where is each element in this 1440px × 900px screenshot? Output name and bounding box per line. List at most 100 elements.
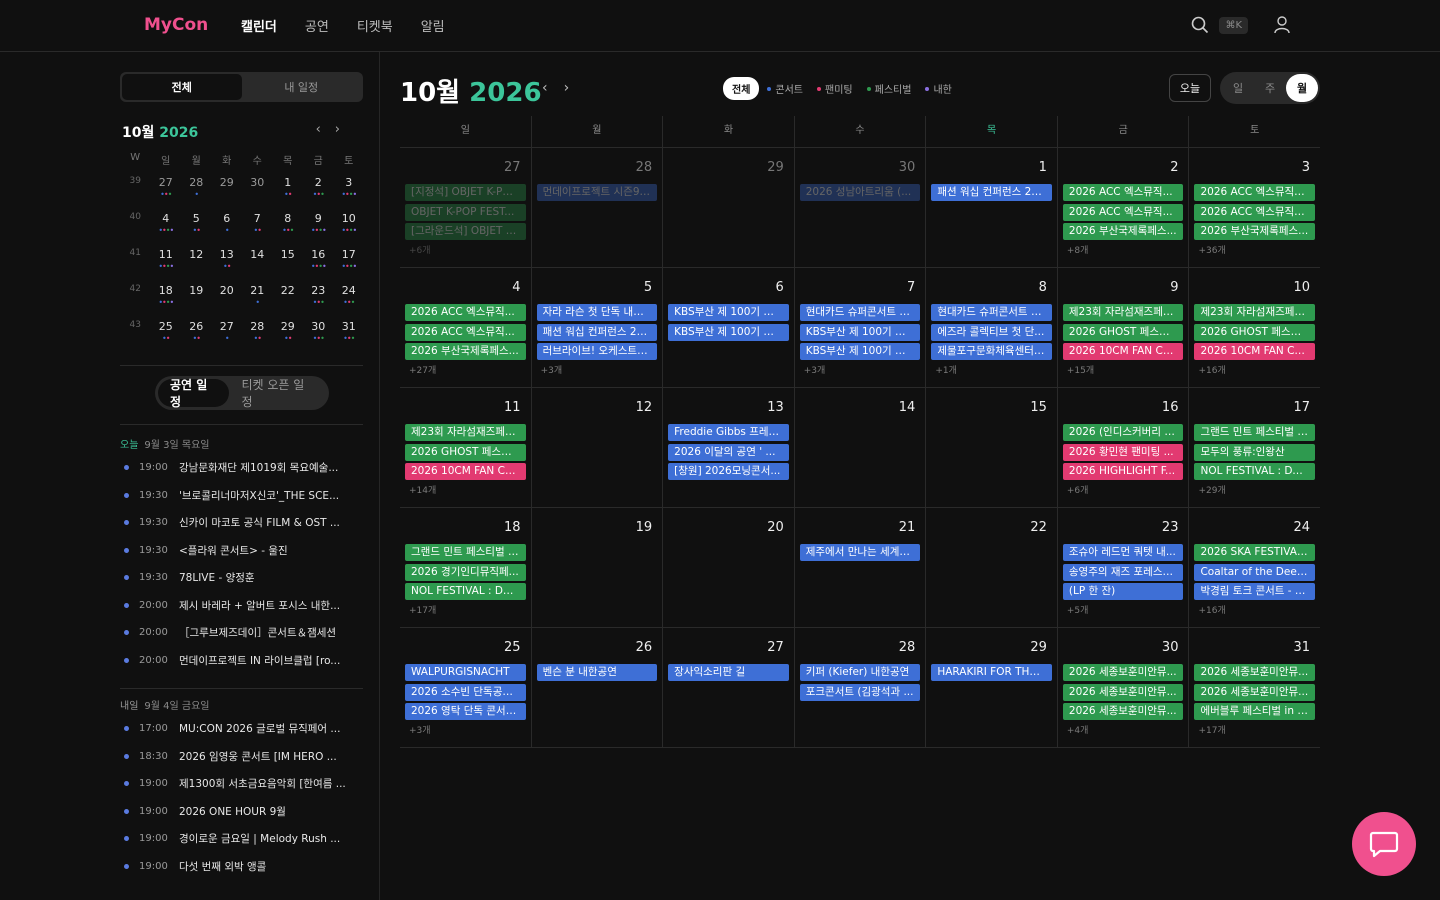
event-bar[interactable]: HARAKIRI FOR THE ... (931, 664, 1052, 681)
event-bar[interactable]: 제23회 자라섬재즈페스... (405, 424, 526, 441)
event-bar[interactable]: WALPURGISNACHT (405, 664, 526, 681)
event-bar[interactable]: 2026 황민현 팬미팅 ... (1062, 443, 1184, 461)
more-events-link[interactable]: +4개 (1063, 723, 1184, 736)
day-cell[interactable]: 26 벤슨 분 내한공연 (532, 628, 664, 747)
user-icon[interactable] (1274, 16, 1290, 34)
mini-day[interactable]: 14 (242, 248, 273, 284)
search-icon[interactable] (1191, 16, 1209, 34)
more-events-link[interactable]: +8개 (1063, 243, 1184, 256)
agenda-item[interactable]: 19:00 경이로운 금요일 | Melody Rush ... (120, 825, 363, 853)
event-bar[interactable]: 2026 세종보훈미안뮤... (1062, 664, 1184, 681)
mini-day[interactable]: 3 •••• (334, 176, 365, 212)
view-day-tab[interactable]: 일 (1222, 74, 1254, 102)
event-bar[interactable]: 자라 라슨 첫 단독 내한... (536, 304, 658, 321)
event-bar[interactable]: (LP 한 잔) (1062, 583, 1184, 600)
event-bar[interactable]: 포크콘서트 (김광석과 ... (799, 683, 921, 701)
day-cell[interactable]: 18 그랜드 민트 페스티벌 2... 2026 경기인디뮤직페... NOL FES… (400, 508, 532, 627)
mini-day[interactable]: 6 • (212, 212, 243, 248)
event-bar[interactable]: 박경림 토크 콘서트 - 부산 (1194, 583, 1316, 600)
agenda-item[interactable]: 18:30 2026 임영웅 콘서트 [IM HERO ... (120, 743, 363, 771)
day-cell[interactable]: 30 2026 세종보훈미안뮤... 2026 세종보훈미안뮤... 2026 세종보… (1058, 628, 1190, 747)
mini-day[interactable]: 8 ••• (273, 212, 304, 248)
mini-day[interactable]: 7 •• (242, 212, 273, 248)
event-bar[interactable]: 패션 워십 컨퍼런스 20... (536, 323, 658, 341)
filter-chip[interactable]: 콘서트 (767, 81, 803, 96)
agenda-item[interactable]: 19:00 강남문화재단 제1019회 목요예술... (120, 454, 363, 482)
day-cell[interactable]: 22 (926, 508, 1058, 627)
mini-day[interactable]: 1 •• (273, 176, 304, 212)
day-cell[interactable]: 2 2026 ACC 엑스뮤직... 2026 ACC 엑스뮤직... 2026 부산… (1058, 148, 1190, 267)
event-bar[interactable]: 2026 GHOST 페스티벌 (1194, 323, 1316, 341)
event-bar[interactable]: 2026 (인디스커버리 : ... (1062, 424, 1184, 441)
event-bar[interactable]: 2026 ACC 엑스뮤직페... (1194, 203, 1316, 221)
more-events-link[interactable]: +3개 (405, 723, 526, 736)
day-cell[interactable]: 19 (532, 508, 664, 627)
event-bar[interactable]: 2026 경기인디뮤직페... (405, 563, 526, 581)
event-bar[interactable]: 2026 ACC 엑스뮤직... (405, 304, 526, 321)
agenda-item[interactable]: 19:00 제1300회 서초금요음악회 [한여름 ... (120, 770, 363, 798)
filter-chip[interactable]: 전체 (723, 77, 760, 100)
logo[interactable]: MyCon (144, 15, 208, 35)
day-cell[interactable]: 11 제23회 자라섬재즈페스... 2026 GHOST 페스티벌 2026 10C… (400, 388, 532, 507)
event-bar[interactable]: Coaltar of the Deep... (1194, 563, 1316, 581)
agenda-item[interactable]: 19:30 신카이 마코토 공식 FILM & OST ... (120, 509, 363, 537)
event-bar[interactable]: 2026 SKA FESTIVAL... (1194, 544, 1316, 561)
agenda-item[interactable]: 19:00 다섯 번째 외박 앵콜 (120, 853, 363, 881)
day-cell[interactable]: 27 장사익소리판 길 (663, 628, 795, 747)
event-bar[interactable]: 그랜드 민트 페스티벌 2... (405, 544, 526, 561)
mini-day[interactable]: 4 •••• (151, 212, 182, 248)
event-bar[interactable]: [그라운드석] OBJET K... (405, 223, 526, 240)
event-bar[interactable]: KBS부산 제 100기 수... (799, 343, 921, 360)
day-cell[interactable]: 23 조슈아 레드먼 쿼텟 내... 송영주의 재즈 포레스트... (LP 한 잔)… (1058, 508, 1190, 627)
event-bar[interactable]: 제주에서 만나는 세계적... (799, 544, 921, 561)
more-events-link[interactable]: +1개 (931, 363, 1052, 376)
event-bar[interactable]: 2026 이달의 공연 ' ... (668, 443, 789, 461)
mini-day[interactable]: 27 • (212, 320, 243, 356)
more-events-link[interactable]: +17개 (1194, 723, 1315, 736)
agenda-ticket-open-tab[interactable]: 티켓 오픈 일정 (229, 378, 326, 409)
mini-day[interactable]: 31 ••• (334, 320, 365, 356)
event-bar[interactable]: 모두의 풍류:인왕산 (1194, 443, 1316, 461)
day-cell[interactable]: 9 제23회 자라섬재즈페스... 2026 GHOST 페스티벌 2026 10CM… (1058, 268, 1190, 387)
scope-mine-tab[interactable]: 내 일정 (242, 74, 362, 100)
more-events-link[interactable]: +27개 (405, 363, 526, 376)
view-month-tab[interactable]: 월 (1286, 74, 1318, 102)
chat-button[interactable] (1352, 812, 1416, 876)
event-bar[interactable]: 2026 영탁 단독 콘서트... (405, 703, 526, 720)
filter-chip[interactable]: 내한 (925, 81, 952, 96)
mini-day[interactable]: 15 (273, 248, 304, 284)
day-cell[interactable]: 13 Freddie Gibbs 프레디... 2026 이달의 공연 ' ... [… (663, 388, 795, 507)
event-bar[interactable]: [지정석] OBJET K-PO... (405, 184, 526, 201)
more-events-link[interactable]: +3개 (800, 363, 921, 376)
event-bar[interactable]: KBS부산 제 100기 화... (668, 323, 789, 341)
mini-day[interactable]: 18 •••• (151, 284, 182, 320)
mini-day[interactable]: 13 •• (212, 248, 243, 284)
event-bar[interactable]: 2026 10CM FAN CO... (1062, 343, 1184, 360)
event-bar[interactable]: 2026 ACC 엑스뮤직... (1062, 184, 1184, 201)
event-bar[interactable]: 2026 세종보훈미안뮤... (1062, 683, 1184, 701)
mini-day[interactable]: 12 (181, 248, 212, 284)
event-bar[interactable]: 조슈아 레드먼 쿼텟 내... (1062, 544, 1184, 561)
event-bar[interactable]: 키퍼 (Kiefer) 내한공연 (799, 664, 921, 681)
view-week-tab[interactable]: 주 (1254, 74, 1286, 102)
day-cell[interactable]: 24 2026 SKA FESTIVAL... Coaltar of the Dee… (1189, 508, 1320, 627)
more-events-link[interactable]: +36개 (1194, 243, 1315, 256)
event-bar[interactable]: 현대카드 슈퍼콘서트 2... (799, 304, 921, 321)
event-bar[interactable]: 2026 ACC 엑스뮤직페... (1194, 184, 1316, 201)
mini-day[interactable]: 2 ••• (303, 176, 334, 212)
event-bar[interactable]: 2026 소수빈 단독공연 ... (405, 683, 526, 701)
day-cell[interactable]: 29 HARAKIRI FOR THE ... (926, 628, 1058, 747)
day-cell[interactable]: 31 2026 세종보훈미안뮤... 2026 세종보훈미안뮤... 에버블루 페스티… (1189, 628, 1320, 747)
event-bar[interactable]: 제23회 자라섬재즈페스... (1194, 304, 1316, 321)
day-cell[interactable]: 10 제23회 자라섬재즈페스... 2026 GHOST 페스티벌 2026 10C… (1189, 268, 1320, 387)
day-cell[interactable]: 4 2026 ACC 엑스뮤직... 2026 ACC 엑스뮤직... 2026 부산… (400, 268, 532, 387)
nav-performances[interactable]: 공연 (305, 16, 329, 35)
mini-day[interactable]: 24 ••• (334, 284, 365, 320)
day-cell[interactable]: 6 KBS부산 제 100기 화... KBS부산 제 100기 화... (663, 268, 795, 387)
event-bar[interactable]: 현대카드 슈퍼콘서트 2... (931, 304, 1052, 321)
event-bar[interactable]: 2026 세종보훈미안뮤... (1062, 703, 1184, 720)
mini-day[interactable]: 27 ••• (151, 176, 182, 212)
day-cell[interactable]: 30 2026 성남아트리움 (... (795, 148, 927, 267)
event-bar[interactable]: 그랜드 민트 페스티벌 2... (1194, 424, 1316, 441)
mini-day[interactable]: 21 • (242, 284, 273, 320)
